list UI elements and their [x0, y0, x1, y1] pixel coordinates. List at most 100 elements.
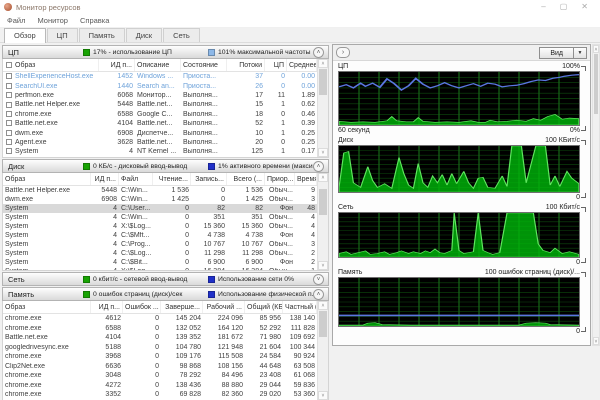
- table-row[interactable]: dwm.exe 6908 C:\Win... 1 425 0 1 425 Обыч... 3: [3, 195, 317, 204]
- table-row[interactable]: System 4 C:\$Mft... 0 4 738 4 738 Фон 4: [3, 231, 317, 240]
- scrollbar-thumb[interactable]: [319, 189, 327, 215]
- column-header-cpu-5[interactable]: ЦП: [265, 59, 287, 71]
- column-header-cpu-1[interactable]: ИД п...: [99, 59, 135, 71]
- column-header-disk-3[interactable]: Чтение...: [153, 173, 191, 185]
- table-row[interactable]: System 4 NT Kernel ... Выполня... 125 1 0.17: [3, 147, 317, 156]
- table-row[interactable]: dwm.exe 6908 Диспетче... Выполня... 10 1 0.25: [3, 128, 317, 137]
- tab-обзор[interactable]: Обзор: [4, 28, 46, 43]
- process-checkbox[interactable]: [6, 101, 12, 108]
- collapse-net-button[interactable]: ˅: [313, 274, 324, 285]
- table-row[interactable]: chrome.exe 4612 0 145 204 224 096 85 956 138 1…: [3, 314, 317, 324]
- collapse-cpu-button[interactable]: ˄: [313, 47, 324, 58]
- collapse-mem-button[interactable]: ˄: [313, 289, 324, 300]
- scrollbar-track[interactable]: [318, 338, 328, 391]
- scrollbar-thumb[interactable]: [594, 54, 598, 114]
- column-header-disk-5[interactable]: Всего (...: [227, 173, 265, 185]
- column-header-cpu-4[interactable]: Потоки: [227, 59, 265, 71]
- table-row[interactable]: Battle.net Helper.exe 5448 Battle.net... Вы…: [3, 100, 317, 109]
- column-header-mem-5[interactable]: Общий (КБ): [245, 301, 283, 313]
- process-checkbox[interactable]: [6, 139, 12, 146]
- table-scrollbar-mem[interactable]: ˄ ˅: [317, 301, 328, 400]
- column-header-disk-0[interactable]: Образ: [3, 173, 91, 185]
- maximize-button[interactable]: ▢: [560, 2, 568, 12]
- table-row[interactable]: Battle.net.exe 4104 Battle.net... Выполня..…: [3, 119, 317, 128]
- view-dropdown-arrow-icon[interactable]: ▼: [574, 47, 587, 59]
- table-scrollbar-cpu[interactable]: ˄ ˅: [317, 59, 328, 157]
- table-row[interactable]: Agent.exe 3628 Battle.net... Выполня... 20 0 0…: [3, 138, 317, 147]
- menu-item-справка[interactable]: Справка: [80, 16, 109, 25]
- scroll-up-icon[interactable]: ˄: [318, 301, 328, 310]
- table-row[interactable]: System 4 C:\Win... 0 351 351 Обыч... 4: [3, 213, 317, 222]
- column-header-mem-4[interactable]: Рабочий ...: [203, 301, 245, 313]
- process-checkbox[interactable]: [6, 129, 12, 136]
- column-header-mem-2[interactable]: Ошибок ...: [123, 301, 161, 313]
- column-header-disk-2[interactable]: Файл: [119, 173, 153, 185]
- cell-disk-1-1: 6908: [101, 196, 117, 203]
- table-row[interactable]: Battle.net.exe 4104 0 139 352 181 672 71 980 1…: [3, 333, 317, 343]
- cell-disk-0-7: 9: [311, 187, 315, 194]
- process-checkbox[interactable]: [6, 110, 12, 117]
- table-row[interactable]: perfmon.exe 6068 Монитор... Выполня... 17 11 1…: [3, 91, 317, 100]
- process-checkbox[interactable]: [6, 148, 12, 155]
- minimize-button[interactable]: –: [541, 2, 545, 12]
- tab-память[interactable]: Память: [78, 28, 125, 42]
- process-checkbox[interactable]: [6, 120, 12, 127]
- table-scrollbar-disk[interactable]: ˄ ˅: [317, 173, 328, 270]
- process-checkbox[interactable]: [6, 92, 12, 99]
- scrollbar-track[interactable]: [318, 216, 328, 261]
- column-header-disk-6[interactable]: Приор...: [265, 173, 295, 185]
- table-row[interactable]: ShellExperienceHost.exe 1452 Windows ... Пр…: [3, 72, 317, 81]
- tab-сеть[interactable]: Сеть: [163, 28, 200, 42]
- column-header-disk-7[interactable]: Время ...: [295, 173, 317, 185]
- column-header-mem-6[interactable]: Частный (...: [283, 301, 317, 313]
- table-row[interactable]: chrome.exe 3352 0 69 828 82 360 29 020 53 360: [3, 390, 317, 400]
- process-checkbox[interactable]: [6, 82, 12, 89]
- table-row[interactable]: Battle.net Helper.exe 5448 C:\Win... 1 536 0…: [3, 186, 317, 195]
- column-header-mem-3[interactable]: Заверше...: [161, 301, 203, 313]
- right-scrollbar[interactable]: ˄ ˅: [592, 44, 600, 346]
- table-row[interactable]: System 4 C:\Prog... 0 10 767 10 767 Обыч... 3: [3, 240, 317, 249]
- table-row[interactable]: System 4 C:\User... 0 82 82 Фон 48: [3, 204, 317, 213]
- table-row[interactable]: googledrivesync.exe 5188 0 104 780 121 948 21…: [3, 343, 317, 353]
- table-row[interactable]: System 4 C:\$Bit... 0 6 900 6 900 Фон 2: [3, 258, 317, 267]
- menu-item-файл[interactable]: Файл: [7, 16, 25, 25]
- tab-диск[interactable]: Диск: [125, 28, 163, 42]
- scroll-down-icon[interactable]: ˅: [318, 261, 328, 270]
- column-header-cpu-6[interactable]: Среднее ...: [287, 59, 317, 71]
- table-row[interactable]: chrome.exe 3968 0 109 176 115 508 24 584 90 92…: [3, 352, 317, 362]
- table-row[interactable]: chrome.exe 6588 0 132 052 164 120 52 292 111 8…: [3, 324, 317, 334]
- close-button[interactable]: ✕: [581, 2, 588, 12]
- scrollbar-track[interactable]: [318, 96, 328, 148]
- process-checkbox[interactable]: [6, 73, 12, 80]
- scroll-up-icon[interactable]: ˄: [593, 45, 599, 53]
- scroll-up-icon[interactable]: ˄: [318, 173, 328, 182]
- collapse-disk-button[interactable]: ˄: [313, 161, 324, 172]
- column-header-disk-4[interactable]: Запись...: [191, 173, 227, 185]
- table-row[interactable]: SearchUI.exe 1440 Search an... Приоста... 26…: [3, 81, 317, 90]
- scrollbar-thumb[interactable]: [319, 69, 327, 95]
- view-button[interactable]: Вид: [539, 47, 574, 59]
- column-header-cpu-0[interactable]: Образ: [3, 59, 99, 71]
- tab-цп[interactable]: ЦП: [46, 28, 78, 42]
- table-row[interactable]: System4X:\$Log...016 38416 384Обыч...1: [3, 267, 317, 270]
- table-row[interactable]: chrome.exe 3048 0 78 292 84 496 23 408 61 068: [3, 371, 317, 381]
- menu-item-монитор[interactable]: Монитор: [37, 16, 68, 25]
- column-header-disk-1[interactable]: ИД п...: [91, 173, 119, 185]
- scrollbar-thumb[interactable]: [319, 311, 327, 337]
- column-header-mem-0[interactable]: Образ: [3, 301, 91, 313]
- scroll-down-icon[interactable]: ˅: [318, 391, 328, 400]
- select-all-checkbox[interactable]: [6, 62, 12, 69]
- column-header-cpu-2[interactable]: Описание: [135, 59, 181, 71]
- collapse-graphs-button[interactable]: ›: [336, 47, 350, 58]
- table-row[interactable]: chrome.exe 4272 0 138 436 88 880 29 044 59 836: [3, 381, 317, 391]
- scroll-down-icon[interactable]: ˅: [593, 337, 599, 345]
- column-header-mem-1[interactable]: ИД п...: [91, 301, 123, 313]
- table-row[interactable]: chrome.exe 6588 Google C... Выполня... 18 0 0.…: [3, 110, 317, 119]
- table-row[interactable]: Clip2Net.exe 6636 0 98 868 108 156 44 648 63 5…: [3, 362, 317, 372]
- table-row[interactable]: System 4 C:\$Log... 0 11 298 11 298 Обыч... 2: [3, 249, 317, 258]
- table-row[interactable]: System 4 X:\$Log... 0 15 360 15 360 Обыч... 4: [3, 222, 317, 231]
- column-header-cpu-3[interactable]: Состояние: [181, 59, 227, 71]
- scroll-up-icon[interactable]: ˄: [318, 59, 328, 68]
- scroll-down-icon[interactable]: ˅: [318, 148, 328, 157]
- cell-cpu-1-5: 0: [281, 82, 285, 90]
